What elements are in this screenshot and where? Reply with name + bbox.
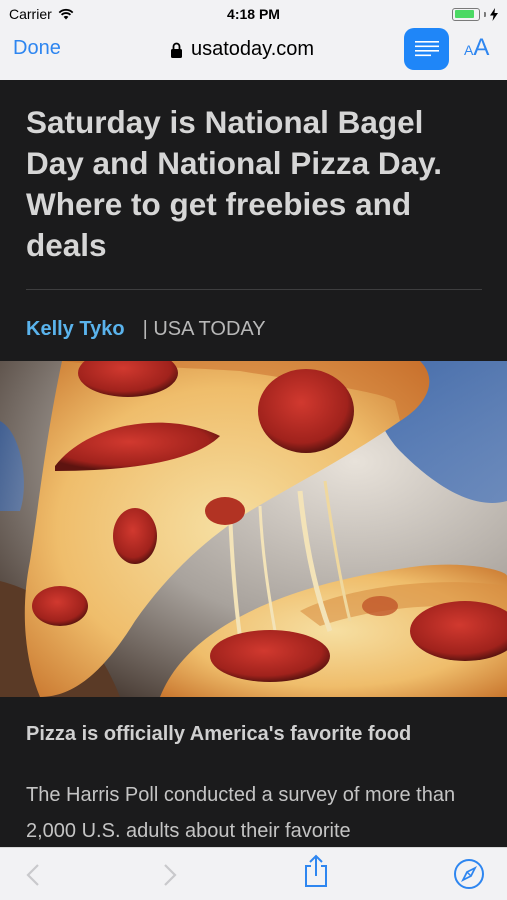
compass-icon — [454, 859, 484, 889]
article-body: The Harris Poll conducted a survey of mo… — [26, 784, 456, 842]
battery-tip — [484, 11, 486, 17]
url-text: usatoday.com — [191, 38, 315, 60]
divider — [26, 289, 482, 290]
pizza-image — [0, 361, 507, 697]
text-size-small: A — [464, 42, 474, 58]
article-subhead: Pizza is officially America's favorite f… — [26, 723, 412, 745]
battery-level — [454, 10, 475, 18]
done-button[interactable]: Done — [13, 37, 61, 60]
back-button[interactable] — [16, 858, 50, 892]
pizza-photo — [0, 361, 507, 697]
safari-nav-bar: Done usatoday.com AA — [0, 28, 507, 80]
bottom-toolbar — [0, 847, 507, 900]
forward-button[interactable] — [153, 858, 187, 892]
open-in-safari-button[interactable] — [452, 857, 486, 891]
author-link[interactable]: Kelly Tyko — [26, 318, 125, 341]
battery-icon — [452, 7, 480, 21]
source-label: | USA TODAY — [142, 318, 266, 340]
text-size-large: A — [473, 34, 490, 61]
url-bar[interactable]: usatoday.com — [170, 38, 314, 61]
wifi-icon — [58, 8, 74, 20]
status-right — [452, 7, 498, 21]
reader-article: Saturday is National Bagel Day and Natio… — [0, 80, 507, 847]
chevron-right-icon — [164, 864, 177, 886]
status-left: Carrier — [9, 6, 74, 22]
byline: Kelly Tyko | USA TODAY — [26, 318, 266, 341]
lock-icon — [171, 42, 182, 58]
text-size-button[interactable]: AA — [464, 34, 489, 62]
reader-lines-icon — [414, 41, 439, 57]
share-button[interactable] — [299, 854, 333, 888]
share-icon — [305, 854, 327, 887]
chevron-left-icon — [26, 864, 39, 886]
status-bar: Carrier 4:18 PM — [0, 0, 507, 28]
charging-bolt-icon — [490, 7, 498, 21]
article-headline: Saturday is National Bagel Day and Natio… — [26, 104, 443, 263]
status-time: 4:18 PM — [227, 6, 280, 22]
reader-view-button[interactable] — [404, 28, 449, 70]
carrier-label: Carrier — [9, 6, 52, 22]
